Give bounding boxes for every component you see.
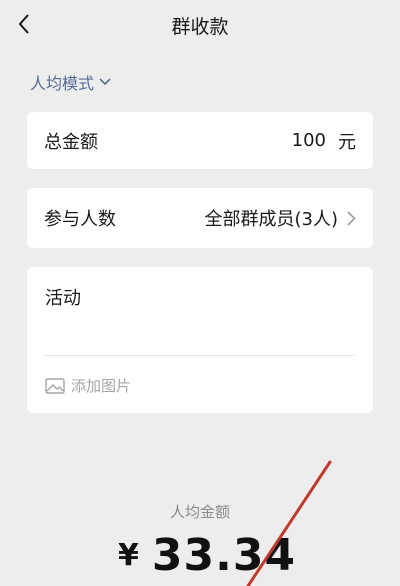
page-title: 群收款	[171, 16, 229, 38]
participants-card[interactable]: 参与人数 全部群成员(3人)	[27, 188, 373, 248]
mode-selector[interactable]: 人均模式	[30, 70, 111, 94]
participants-value: 全部群成员(3人)	[204, 209, 339, 230]
total-amount-card[interactable]: 总金额 100 元	[27, 112, 373, 169]
add-image-button[interactable]: 添加图片	[45, 375, 131, 396]
chevron-down-icon	[99, 78, 111, 86]
add-image-label: 添加图片	[71, 377, 132, 395]
divider	[44, 355, 355, 356]
average-amount: ¥33.34	[118, 530, 296, 581]
average-amount-value: 33.34	[151, 530, 297, 581]
total-amount-input[interactable]: 100	[292, 130, 326, 151]
chevron-right-icon	[347, 210, 356, 226]
note-card: 活动 添加图片	[27, 267, 373, 413]
currency-symbol: ¥	[118, 538, 140, 573]
mode-label: 人均模式	[30, 74, 95, 93]
nav-bar: 群收款	[0, 0, 400, 50]
total-amount-label: 总金额	[44, 131, 98, 153]
participants-label: 参与人数	[44, 209, 116, 230]
average-amount-label: 人均金额	[169, 503, 230, 521]
total-amount-unit: 元	[338, 131, 356, 153]
note-input[interactable]: 活动	[45, 284, 81, 310]
image-icon	[45, 377, 65, 394]
